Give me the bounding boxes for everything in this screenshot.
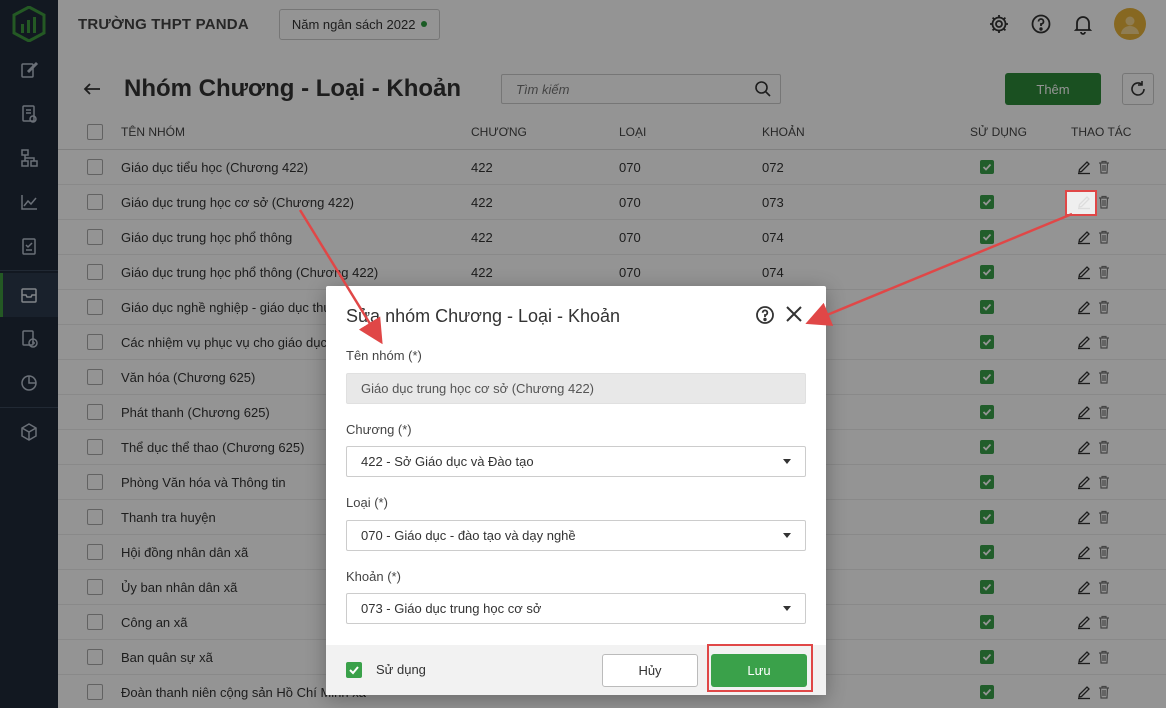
su-dung-checkbox[interactable] (346, 662, 362, 678)
su-dung-label: Sử dụng (376, 662, 426, 677)
name-field: Giáo dục trung học cơ sở (Chương 422) (346, 373, 806, 404)
loai-select[interactable]: 070 - Giáo dục - đào tạo và dạy nghề (346, 520, 806, 551)
khoan-value: 073 - Giáo dục trung học cơ sở (361, 601, 542, 616)
khoan-select[interactable]: 073 - Giáo dục trung học cơ sở (346, 593, 806, 624)
check-icon (349, 666, 359, 675)
chuong-label: Chương (*) (346, 422, 412, 437)
help-icon[interactable] (755, 305, 775, 325)
loai-label: Loại (*) (346, 495, 388, 510)
chevron-down-icon (783, 606, 791, 611)
khoan-label: Khoản (*) (346, 569, 401, 584)
name-label: Tên nhóm (*) (346, 348, 422, 363)
dialog-title: Sửa nhóm Chương - Loại - Khoản (346, 306, 621, 326)
edit-dialog: Sửa nhóm Chương - Loại - Khoản Tên nhóm … (326, 286, 826, 695)
loai-value: 070 - Giáo dục - đào tạo và dạy nghề (361, 528, 576, 543)
chevron-down-icon (783, 459, 791, 464)
close-icon[interactable] (784, 304, 804, 324)
highlight-edit-icon (1065, 190, 1097, 216)
cancel-button[interactable]: Hủy (602, 654, 698, 687)
chuong-value: 422 - Sở Giáo dục và Đào tạo (361, 454, 534, 469)
chevron-down-icon (783, 533, 791, 538)
name-value: Giáo dục trung học cơ sở (Chương 422) (361, 381, 594, 396)
chuong-select[interactable]: 422 - Sở Giáo dục và Đào tạo (346, 446, 806, 477)
highlight-save-button (707, 644, 813, 692)
